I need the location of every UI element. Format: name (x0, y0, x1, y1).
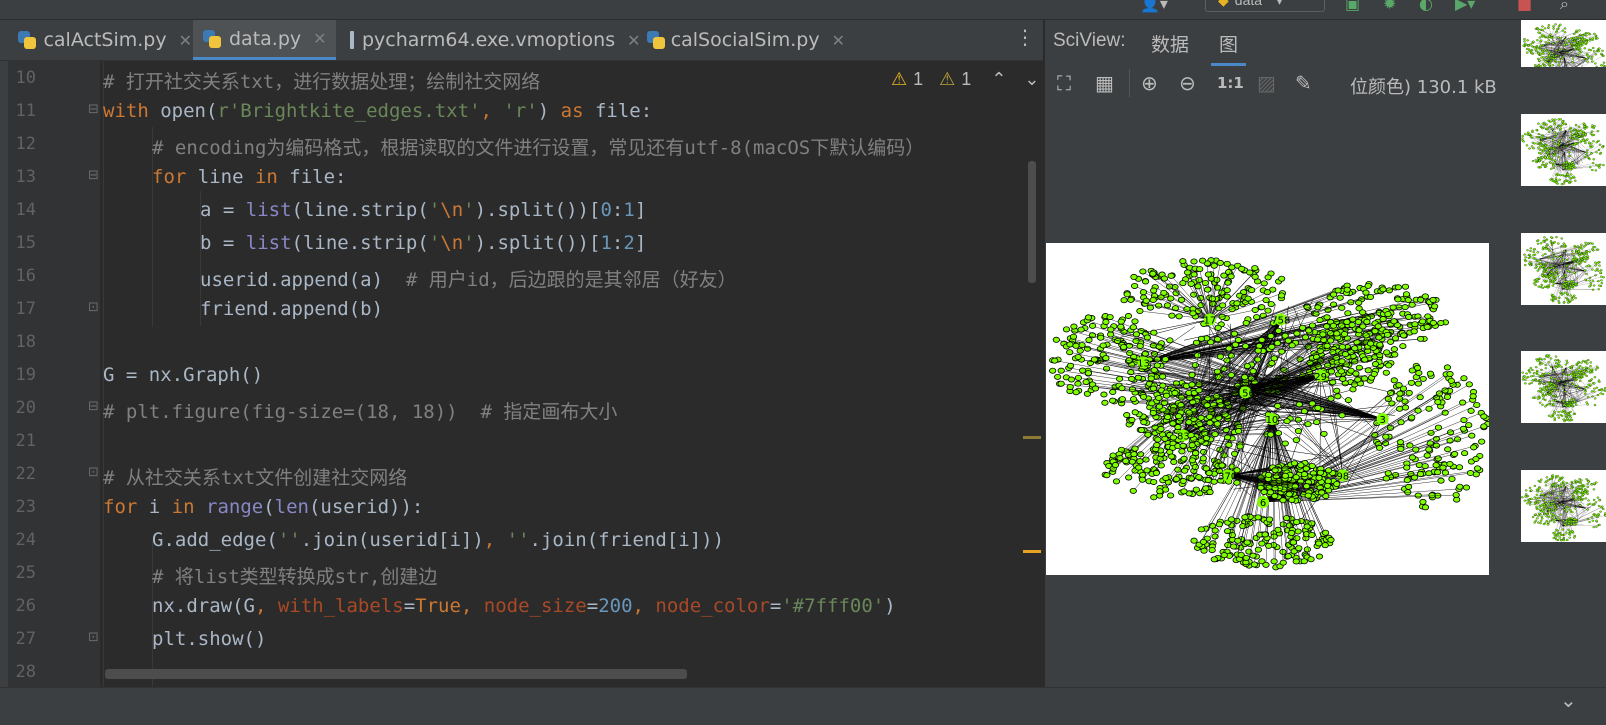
fold-icon[interactable]: ⊟ (88, 169, 100, 183)
actual-size-icon[interactable]: 1:1 (1217, 72, 1244, 94)
fold-end-icon[interactable]: ⊡ (88, 466, 100, 480)
graph-node-label: 6 (1260, 498, 1266, 509)
code-line: 15 b = list(line.strip('\n').split())[1:… (0, 226, 1043, 259)
code-line: 11 ⊟ with open(r'Brightkite_edges.txt', … (0, 94, 1043, 127)
debug-icon[interactable]: ✹ (1383, 0, 1396, 12)
code-editor[interactable]: ⚠1 ⚠1 ⌃ ⌄ 10 # 打开社交关系txt，进行数据处理；绘制社交网络 1… (0, 61, 1043, 687)
tab-data[interactable]: data.py ✕ (193, 20, 336, 60)
code-line: 20 ⊟ # plt.figure(fig-size=(18, 18)) # 指… (0, 391, 1043, 424)
fold-icon[interactable]: ⊟ (88, 103, 100, 117)
error-stripe-marker[interactable] (1023, 436, 1041, 439)
error-stripe-marker[interactable] (1023, 550, 1041, 553)
user-icon[interactable]: 👤▾ (1140, 0, 1168, 12)
tab-label: pycharm64.exe.vmoptions (362, 29, 615, 51)
plot-image[interactable]: 17 13 3 6 10 758 370 83 29 156 98 (1046, 243, 1489, 575)
graph-node-label: 3 (1379, 415, 1385, 426)
python-icon: ◆ (1218, 0, 1229, 8)
python-file-icon (203, 30, 221, 48)
code-line: 12 # encoding为编码格式，根据读取的文件进行设置，常见还有utf-8… (0, 127, 1043, 160)
code-line: 27 ⊡ plt.show() (0, 622, 1043, 655)
fold-end-icon[interactable]: ⊡ (88, 301, 100, 315)
plot-thumbnail[interactable] (1521, 470, 1606, 542)
sciview-title: SciView: (1053, 30, 1126, 52)
tab-plots[interactable]: 图 (1211, 30, 1246, 66)
fold-end-icon[interactable]: ⊡ (88, 631, 100, 645)
code-line: 24 G.add_edge(''.join(userid[i]), ''.joi… (0, 523, 1043, 556)
graph-node-label: 370 (1218, 471, 1237, 482)
code-line: 18 (0, 325, 1043, 358)
chevron-down-icon[interactable]: ⌄ (1560, 688, 1577, 712)
image-toolbar: ⛶ ▦ ⊕ ⊖ 1:1 ▨ ✎ 位颜色) 130.1 kB (1045, 64, 1606, 104)
horizontal-scrollbar[interactable] (105, 669, 687, 679)
network-graph: 17 13 3 6 10 758 370 83 29 156 98 (1046, 243, 1489, 575)
fit-to-window-icon[interactable]: ⛶ (1057, 72, 1071, 94)
search-icon[interactable]: ⌕ (1560, 0, 1569, 12)
text-file-icon (350, 31, 354, 49)
background-icon[interactable]: ▨ (1257, 72, 1276, 94)
graph-node-label: 17 (1204, 315, 1217, 326)
status-bar (0, 687, 1606, 725)
graph-node-label: 156 (1236, 388, 1255, 399)
close-icon[interactable]: ✕ (832, 31, 845, 50)
tab-label: calActSim.py (43, 29, 166, 51)
editor-tab-bar: calActSim.py ✕ data.py ✕ pycharm64.exe.v… (0, 20, 1043, 61)
plot-thumbnail[interactable] (1521, 20, 1606, 67)
run-coverage-icon[interactable]: ▣ (1345, 0, 1360, 12)
code-line: 14 a = list(line.strip('\n').split())[0:… (0, 193, 1043, 226)
graph-node-label: 13 (1137, 359, 1150, 370)
code-line: 13 ⊟ for line in file: (0, 160, 1043, 193)
code-line: 19 G = nx.Graph() (0, 358, 1043, 391)
image-info: 位颜色) 130.1 kB (1350, 73, 1497, 99)
main-toolbar: 👤▾ ◆ data ▾ ▣ ✹ ◐ ▶▾ ■ ⌕ (0, 0, 1606, 20)
fold-icon[interactable]: ⊟ (88, 400, 100, 414)
tab-data-view[interactable]: 数据 (1151, 30, 1189, 57)
zoom-in-icon[interactable]: ⊕ (1141, 72, 1158, 94)
code-line: 23 for i in range(len(userid)): (0, 490, 1043, 523)
python-file-icon (647, 31, 663, 49)
code-line: 25 # 将list类型转换成str,创建边 (0, 556, 1043, 589)
plot-thumbnail[interactable] (1521, 114, 1606, 186)
close-icon[interactable]: ✕ (179, 31, 192, 50)
tab-label: data.py (229, 28, 301, 50)
tab-calactsim[interactable]: calActSim.py ✕ (8, 20, 192, 60)
graph-node-label: 758 (1271, 315, 1290, 326)
code-line: 17 ⊡ friend.append(b) (0, 292, 1043, 325)
run-configuration-selector[interactable]: ◆ data ▾ (1205, 0, 1325, 12)
run-concurrency-icon[interactable]: ◐ (1419, 0, 1433, 12)
graph-node-label: 83 (1177, 432, 1190, 443)
graph-node-label: 29 (1314, 372, 1327, 383)
plot-thumbnail[interactable] (1521, 351, 1606, 423)
code-line: 21 (0, 424, 1043, 457)
code-line: 26 nx.draw(G, with_labels=True, node_siz… (0, 589, 1043, 622)
grid-icon[interactable]: ▦ (1095, 72, 1114, 94)
close-icon[interactable]: ✕ (313, 29, 326, 48)
tab-calsocialsim[interactable]: calSocialSim.py ✕ (637, 20, 845, 60)
graph-node-label: 10 (1266, 415, 1279, 426)
tab-pycharm64-vmoptions[interactable]: pycharm64.exe.vmoptions ✕ (338, 20, 636, 60)
color-picker-icon[interactable]: ✎ (1295, 72, 1312, 94)
zoom-out-icon[interactable]: ⊖ (1179, 72, 1196, 94)
more-tabs-icon[interactable]: ⋮ (1015, 28, 1035, 46)
plot-thumbnail[interactable] (1521, 233, 1606, 305)
python-file-icon (18, 31, 35, 49)
run-config-label: data (1235, 0, 1262, 8)
code-line: 22 ⊡ # 从社交关系txt文件创建社交网络 (0, 457, 1043, 490)
graph-node-label: 98 (1336, 471, 1349, 482)
chevron-down-icon: ▾ (1276, 0, 1283, 8)
code-line: 10 # 打开社交关系txt，进行数据处理；绘制社交网络 (0, 61, 1043, 94)
vertical-scrollbar[interactable] (1028, 161, 1036, 283)
tool-window-stripe (0, 61, 8, 687)
tab-label: calSocialSim.py (671, 29, 820, 51)
stop-icon[interactable]: ■ (1517, 0, 1532, 12)
profile-icon[interactable]: ▶▾ (1455, 0, 1475, 12)
code-line: 16 userid.append(a) # 用户id，后边跟的是其邻居（好友） (0, 259, 1043, 292)
